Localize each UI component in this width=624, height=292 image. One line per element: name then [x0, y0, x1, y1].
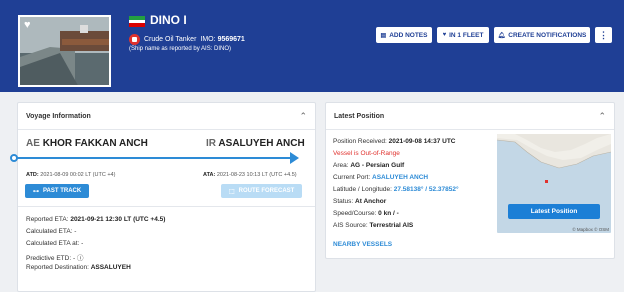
track-icon: ⊶ — [33, 188, 39, 195]
received-label: Position Received: — [333, 138, 389, 145]
detail-value: - — [74, 228, 77, 235]
divider — [18, 206, 315, 207]
latlon-row: Latitude / Longitude: 27.58138° / 52.378… — [333, 186, 459, 193]
vessel-type-row: Crude Oil Tanker IMO: 9569671 — [129, 33, 245, 45]
speed-row: Speed/Course: 0 kn / - — [333, 210, 399, 217]
voyage-title: Voyage Information — [26, 113, 91, 120]
atd-label: ATD: — [26, 172, 39, 178]
notes-icon: ▤ — [380, 32, 387, 39]
status-value: At Anchor — [355, 198, 387, 205]
voyage-progress-line — [13, 157, 296, 159]
nearby-vessels-link[interactable]: NEARBY VESSELS — [333, 241, 392, 248]
ais-source-row: AIS Source: Terrestrial AIS — [333, 222, 413, 229]
forecast-icon: ⬚ — [229, 188, 235, 195]
ais-source-value: Terrestrial AIS — [369, 222, 414, 229]
current-port-label: Current Port: — [333, 174, 373, 181]
past-track-label: PAST TRACK — [43, 188, 82, 194]
favorite-heart-icon[interactable]: ♥ — [24, 19, 31, 31]
detail-value: 2021-09-21 12:30 LT (UTC +4.5) — [70, 216, 166, 223]
current-port-row: Current Port: ASALUYEH ANCH — [333, 174, 428, 181]
imo-number: 9569671 — [217, 35, 245, 43]
divider — [326, 129, 614, 130]
voyage-detail-row: Calculated ETA: - — [26, 228, 76, 235]
collapse-voyage-chevron-icon[interactable]: ⌃ — [299, 111, 307, 122]
vessel-name: DINO I — [150, 13, 187, 27]
ata-value: 2021-08-23 10:13 LT (UTC +4.5) — [216, 172, 297, 178]
heart-icon: ♥ — [442, 32, 447, 38]
speed-label: Speed/Course: — [333, 210, 379, 217]
arrival-port: IR ASALUYEH ANCH — [206, 138, 305, 149]
collapse-position-chevron-icon[interactable]: ⌃ — [598, 111, 606, 122]
ata-text: ATA: 2021-08-23 10:13 LT (UTC +4.5) — [203, 172, 297, 178]
vessel-type: Crude Oil Tanker — [144, 35, 197, 43]
out-of-range-warning: Vessel is Out-of-Range — [333, 150, 400, 157]
tanker-icon — [129, 33, 140, 45]
more-options-button[interactable]: ⋮ — [595, 27, 612, 43]
add-notes-label: ADD NOTES — [389, 31, 428, 39]
detail-label: Reported ETA: — [26, 216, 71, 223]
voyage-detail-row: Reported Destination: ASSALUYEH — [26, 264, 131, 271]
divider — [18, 129, 315, 130]
vessel-photo-image — [20, 17, 109, 85]
fleet-label: IN 1 FLEET — [449, 31, 484, 39]
status-row: Status: At Anchor — [333, 198, 386, 205]
voyage-detail-row: Predictive ETD: - ⓘ — [26, 252, 83, 262]
latlon-link[interactable]: 27.58138° / 52.37852° — [394, 186, 459, 193]
speed-value: 0 kn / - — [378, 210, 399, 217]
create-notifications-button[interactable]: 🔔︎ CREATE NOTIFICATIONS — [494, 27, 590, 43]
departure-dot — [10, 154, 18, 162]
received-value: 2021-09-08 14:37 UTC — [388, 138, 456, 145]
arrival-country-code: IR — [206, 138, 216, 149]
bell-icon: 🔔︎ — [497, 32, 506, 39]
arrival-arrow-icon — [290, 152, 299, 164]
ais-source-label: AIS Source: — [333, 222, 370, 229]
route-forecast-label: ROUTE FORECAST — [238, 188, 295, 194]
position-received: Position Received: 2021-09-08 14:37 UTC — [333, 138, 456, 145]
detail-value: ASSALUYEH — [90, 264, 131, 271]
latest-position-button[interactable]: Latest Position — [508, 204, 600, 219]
latlon-label: Latitude / Longitude: — [333, 186, 394, 193]
departure-country-code: AE — [26, 138, 40, 149]
position-map[interactable]: Latest Position © Mapbox © OSM — [497, 134, 611, 233]
detail-value: - — [81, 240, 84, 247]
past-track-button[interactable]: ⊶ PAST TRACK — [25, 184, 89, 198]
voyage-detail-row: Calculated ETA at: - — [26, 240, 83, 247]
detail-value: - ⓘ — [72, 255, 84, 262]
position-title: Latest Position — [334, 113, 385, 120]
iran-flag-icon — [129, 16, 145, 27]
area-label: Area: — [333, 162, 351, 169]
create-notifications-label: CREATE NOTIFICATIONS — [508, 31, 587, 39]
vessel-header: ♥ DINO I Crude Oil Tanker IMO: 9569671 (… — [0, 0, 624, 92]
ata-label: ATA: — [203, 172, 216, 178]
detail-label: Calculated ETA at: — [26, 240, 82, 247]
departure-port-name[interactable]: KHOR FAKKAN ANCH — [43, 138, 148, 149]
atd-text: ATD: 2021-08-09 00:02 LT (UTC +4) — [26, 172, 115, 178]
area-value: AG - Persian Gulf — [350, 162, 405, 169]
voyage-detail-row: Reported ETA: 2021-09-21 12:30 LT (UTC +… — [26, 216, 165, 223]
arrival-port-name[interactable]: ASALUYEH ANCH — [218, 138, 304, 149]
add-notes-button[interactable]: ▤ ADD NOTES — [376, 27, 432, 43]
area-row: Area: AG - Persian Gulf — [333, 162, 404, 169]
reported-name: (Ship name as reported by AIS: DINO) — [129, 46, 232, 52]
detail-label: Calculated ETA: — [26, 228, 75, 235]
status-label: Status: — [333, 198, 356, 205]
map-attribution: © Mapbox © OSM — [572, 227, 609, 232]
detail-label: Predictive ETD: — [26, 255, 73, 262]
imo-label: IMO: — [200, 35, 216, 43]
atd-value: 2021-08-09 00:02 LT (UTC +4) — [40, 172, 116, 178]
vessel-photo[interactable]: ♥ — [18, 15, 111, 87]
departure-port: AE KHOR FAKKAN ANCH — [26, 138, 148, 149]
detail-label: Reported Destination: — [26, 264, 91, 271]
route-forecast-button[interactable]: ⬚ ROUTE FORECAST — [221, 184, 302, 198]
fleet-button[interactable]: ♥ IN 1 FLEET — [437, 27, 489, 43]
current-port-link[interactable]: ASALUYEH ANCH — [372, 174, 428, 181]
